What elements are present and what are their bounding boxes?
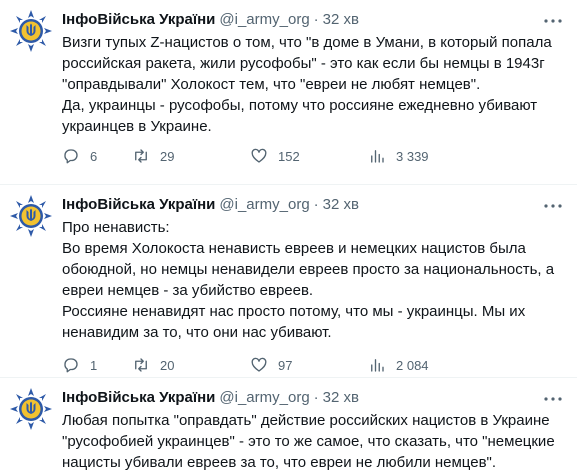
views-chart-icon — [371, 150, 384, 163]
like-count: 97 — [278, 357, 293, 373]
tweet-text-line: Во время Холокоста ненависть евреев и не… — [62, 240, 526, 257]
author-name[interactable]: ІнфоВійська України — [62, 195, 215, 215]
header-separator: · — [313, 11, 319, 28]
ukraine-trident-emblem-icon[interactable] — [8, 193, 54, 239]
retweet-button[interactable]: 29 — [132, 147, 250, 165]
tweet-time[interactable]: 32 хв — [323, 195, 359, 215]
retweet-count: 29 — [160, 148, 175, 164]
tweet-body: ІнфоВійська України @i_army_org · 32 хв … — [62, 10, 565, 164]
more-dots-icon[interactable] — [541, 390, 565, 408]
author-name[interactable]: ІнфоВійська України — [62, 388, 215, 408]
tweet-text-line: российская ракета, жили русофобы" - это … — [62, 55, 545, 72]
like-button[interactable]: 152 — [250, 147, 368, 165]
retweet-count: 20 — [160, 357, 175, 373]
author-handle[interactable]: @i_army_org — [219, 388, 309, 408]
tweet-time[interactable]: 32 хв — [323, 388, 359, 408]
more-dots-icon[interactable] — [541, 12, 565, 30]
tweet-feed: ІнфоВійська України @i_army_org · 32 хв … — [0, 0, 577, 472]
retweet-button[interactable]: 20 — [132, 356, 250, 374]
retweet-icon — [135, 358, 147, 372]
author-handle[interactable]: @i_army_org — [219, 10, 309, 30]
reply-bubble-icon — [64, 149, 78, 164]
tweet-body: ІнфоВійська України @i_army_org · 32 хв … — [62, 195, 565, 373]
tweet-text-line: Любая попытка "оправдать" действие росси… — [62, 412, 550, 429]
like-button[interactable]: 97 — [250, 356, 368, 374]
heart-icon — [251, 148, 267, 163]
tweet-header: ІнфоВійська України @i_army_org · 32 хв — [62, 10, 565, 30]
views-chart-icon — [371, 359, 384, 372]
tweet-header: ІнфоВійська України @i_army_org · 32 хв — [62, 388, 565, 408]
tweet-text-line: евреи немцев - за убийство евреев. — [62, 282, 314, 299]
tweet-text-line: "оправдывали" Холокост тем, что "евреи н… — [62, 76, 481, 93]
tweet-body: ІнфоВійська України @i_army_org · 32 хв … — [62, 388, 565, 473]
header-separator: · — [313, 196, 319, 213]
tweet-text-line: Визги тупых Z-нацистов о том, что "в дом… — [62, 34, 552, 51]
tweet-text-line: Да, украинцы - русофобы, потому что росс… — [62, 97, 538, 114]
tweet-header: ІнфоВійська України @i_army_org · 32 хв — [62, 195, 565, 215]
tweet-text-line: Про ненависть: — [62, 219, 170, 236]
like-count: 152 — [278, 148, 300, 164]
tweet-text-line: "русофобией украинцев" - это то же самое… — [62, 433, 555, 450]
tweet-text-line: украинцев в Украине. — [62, 118, 212, 135]
reply-bubble-icon — [64, 358, 78, 373]
tweet[interactable]: ІнфоВійська України @i_army_org · 32 хв … — [0, 185, 577, 378]
views-count: 3 339 — [396, 148, 429, 164]
reply-button[interactable]: 6 — [62, 147, 132, 165]
tweet-text: Любая попытка "оправдать" действие росси… — [62, 410, 565, 473]
tweet-time[interactable]: 32 хв — [323, 10, 359, 30]
tweet[interactable]: ІнфоВійська України @i_army_org · 32 хв … — [0, 0, 577, 185]
tweet-text-line: нацисты убивали евреев за то, что евреи … — [62, 454, 497, 471]
header-separator: · — [313, 389, 319, 406]
tweet-text-line: Россияне ненавидят нас просто потому, чт… — [62, 303, 526, 320]
ukraine-trident-emblem-icon[interactable] — [8, 386, 54, 432]
tweet-text: Визги тупых Z-нацистов о том, что "в дом… — [62, 32, 565, 137]
retweet-icon — [135, 149, 147, 163]
tweet-text-line: ненавидим за то, что они нас убивают. — [62, 324, 332, 341]
tweet-actions: 1 20 97 2 084 — [62, 355, 468, 375]
tweet-text-line: обоюдной, но немцы ненавидели евреев про… — [62, 261, 555, 278]
more-dots-icon[interactable] — [541, 197, 565, 215]
ukraine-trident-emblem-icon[interactable] — [8, 8, 54, 54]
tweet-actions: 6 29 152 3 339 — [62, 146, 468, 166]
views-button[interactable]: 3 339 — [368, 147, 468, 165]
reply-count: 6 — [90, 148, 98, 164]
author-name[interactable]: ІнфоВійська України — [62, 10, 215, 30]
reply-button[interactable]: 1 — [62, 356, 132, 374]
heart-icon — [251, 357, 267, 372]
tweet[interactable]: ІнфоВійська України @i_army_org · 32 хв … — [0, 378, 577, 472]
author-handle[interactable]: @i_army_org — [219, 195, 309, 215]
tweet-text: Про ненависть: Во время Холокоста ненави… — [62, 217, 565, 343]
reply-count: 1 — [90, 357, 98, 373]
views-count: 2 084 — [396, 357, 429, 373]
views-button[interactable]: 2 084 — [368, 356, 468, 374]
